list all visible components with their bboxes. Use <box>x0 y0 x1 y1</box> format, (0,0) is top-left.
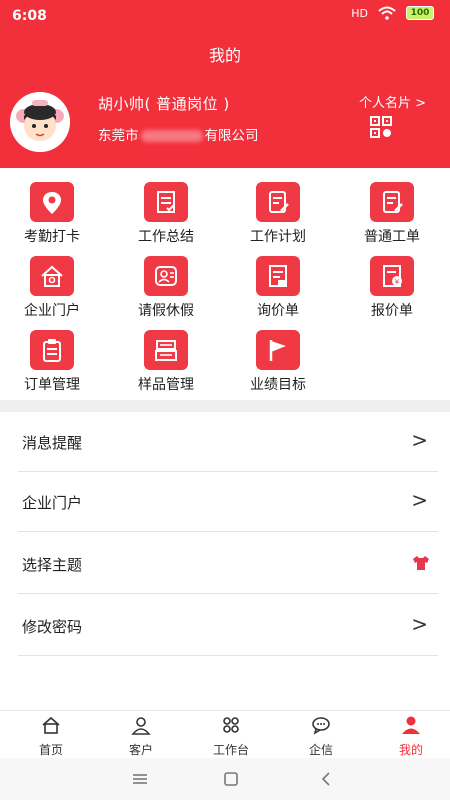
back-icon[interactable] <box>316 770 336 788</box>
wifi-icon <box>378 6 396 20</box>
section-divider <box>0 400 450 412</box>
signal-icon: HD <box>351 6 368 20</box>
tab-label: 首页 <box>38 743 63 757</box>
qr-code-icon[interactable] <box>370 116 392 138</box>
tab-label: 客户 <box>128 743 153 757</box>
row-divider <box>18 593 438 594</box>
document-edit-icon <box>256 182 300 222</box>
status-time: 6:08 <box>12 8 47 24</box>
clipboard-icon <box>30 330 74 370</box>
system-nav-bar <box>0 758 450 800</box>
inquiry-icon <box>256 256 300 296</box>
bottom-tab-bar: 首页 客户 工作台 企信 我的 <box>0 710 450 759</box>
menu-item-4[interactable]: 修改密码 > <box>0 596 450 656</box>
redacted-text <box>140 130 203 142</box>
profile-header: 6:08 HD 100 我的 胡小帅( 普通岗位 ) 东莞市 有限公司 个人名片… <box>0 0 450 168</box>
chat-icon <box>312 717 330 735</box>
menu-item-3[interactable]: 选择主题 <box>0 534 450 594</box>
avatar-image <box>10 92 70 152</box>
menu-item-label: 选择主题 <box>22 556 83 574</box>
menu-item-label: 消息提醒 <box>22 434 83 452</box>
function-grid: 考勤打卡 工作总结 工作计划 普通工单企业门户 请假休假 询价单 ¥ 报价单订单管理 样品管理 业… <box>0 168 450 400</box>
svg-text:¥: ¥ <box>395 278 400 286</box>
row-divider <box>18 655 438 656</box>
document-pen-icon <box>370 182 414 222</box>
tab-label: 我的 <box>398 743 423 757</box>
grid-item-2[interactable]: 工作总结 <box>116 182 216 252</box>
grid-item-label: 工作总结 <box>138 229 194 245</box>
user-name: 胡小帅( 普通岗位 ) <box>98 95 230 113</box>
customer-icon <box>131 717 151 735</box>
company-name: 东莞市 有限公司 <box>98 124 259 144</box>
battery-icon: 100 <box>406 6 434 20</box>
avatar[interactable] <box>10 92 70 152</box>
company-prefix: 东莞市 <box>98 128 139 144</box>
quotation-icon: ¥ <box>370 256 414 296</box>
grid-item-3[interactable]: 工作计划 <box>228 182 328 252</box>
grid-item-label: 请假休假 <box>138 303 194 319</box>
grid-item-label: 订单管理 <box>24 377 80 393</box>
grid-item-label: 报价单 <box>371 303 413 319</box>
grid-item-11[interactable]: 业绩目标 <box>228 330 328 400</box>
tab-2[interactable]: 客户 <box>96 711 186 759</box>
grid-item-1[interactable]: 考勤打卡 <box>2 182 102 252</box>
status-icons: HD 100 <box>351 6 434 20</box>
status-bar: 6:08 HD 100 <box>0 0 450 32</box>
page-title: 我的 <box>208 46 241 65</box>
grid-item-label: 企业门户 <box>24 303 80 319</box>
home-outline-icon <box>42 716 60 734</box>
grid-item-label: 样品管理 <box>138 377 194 393</box>
menu-icon[interactable] <box>130 770 150 788</box>
document-summary-icon <box>144 182 188 222</box>
tab-label: 工作台 <box>212 743 249 757</box>
menu-item-2[interactable]: 企业门户 > <box>0 472 450 532</box>
grid-item-8[interactable]: ¥ 报价单 <box>342 256 442 326</box>
row-divider <box>18 531 438 532</box>
grid-item-5[interactable]: 企业门户 <box>2 256 102 326</box>
grid-item-label: 工作计划 <box>250 229 306 245</box>
business-card-link[interactable]: 个人名片 > <box>359 92 426 111</box>
home-icon <box>30 256 74 296</box>
grid-item-label: 考勤打卡 <box>24 229 80 245</box>
chevron-right-icon: > <box>411 612 428 636</box>
grid-item-4[interactable]: 普通工单 <box>342 182 442 252</box>
menu-item-1[interactable]: 消息提醒 > <box>0 412 450 472</box>
chevron-right-icon: > <box>411 488 428 512</box>
grid-item-label: 业绩目标 <box>250 377 306 393</box>
location-pin-icon <box>30 182 74 222</box>
grid-item-6[interactable]: 请假休假 <box>116 256 216 326</box>
home-square-icon[interactable] <box>221 770 241 788</box>
menu-item-label: 企业门户 <box>22 494 83 512</box>
shirt-icon <box>413 556 429 570</box>
grid-item-7[interactable]: 询价单 <box>228 256 328 326</box>
person-icon <box>402 716 420 734</box>
grid-item-9[interactable]: 订单管理 <box>2 330 102 400</box>
menu-item-label: 修改密码 <box>22 618 83 636</box>
tab-1[interactable]: 首页 <box>6 711 96 759</box>
flag-icon <box>256 330 300 370</box>
sample-box-icon <box>144 330 188 370</box>
grid-item-label: 询价单 <box>257 303 299 319</box>
chevron-right-icon: > <box>411 428 428 452</box>
tab-5[interactable]: 我的 <box>366 711 450 759</box>
leave-icon <box>144 256 188 296</box>
tab-3[interactable]: 工作台 <box>186 711 276 759</box>
company-suffix: 有限公司 <box>204 128 259 144</box>
grid-item-10[interactable]: 样品管理 <box>116 330 216 400</box>
tab-4[interactable]: 企信 <box>276 711 366 759</box>
grid-item-label: 普通工单 <box>364 229 420 245</box>
tab-label: 企信 <box>308 743 333 757</box>
workbench-icon <box>223 717 239 733</box>
